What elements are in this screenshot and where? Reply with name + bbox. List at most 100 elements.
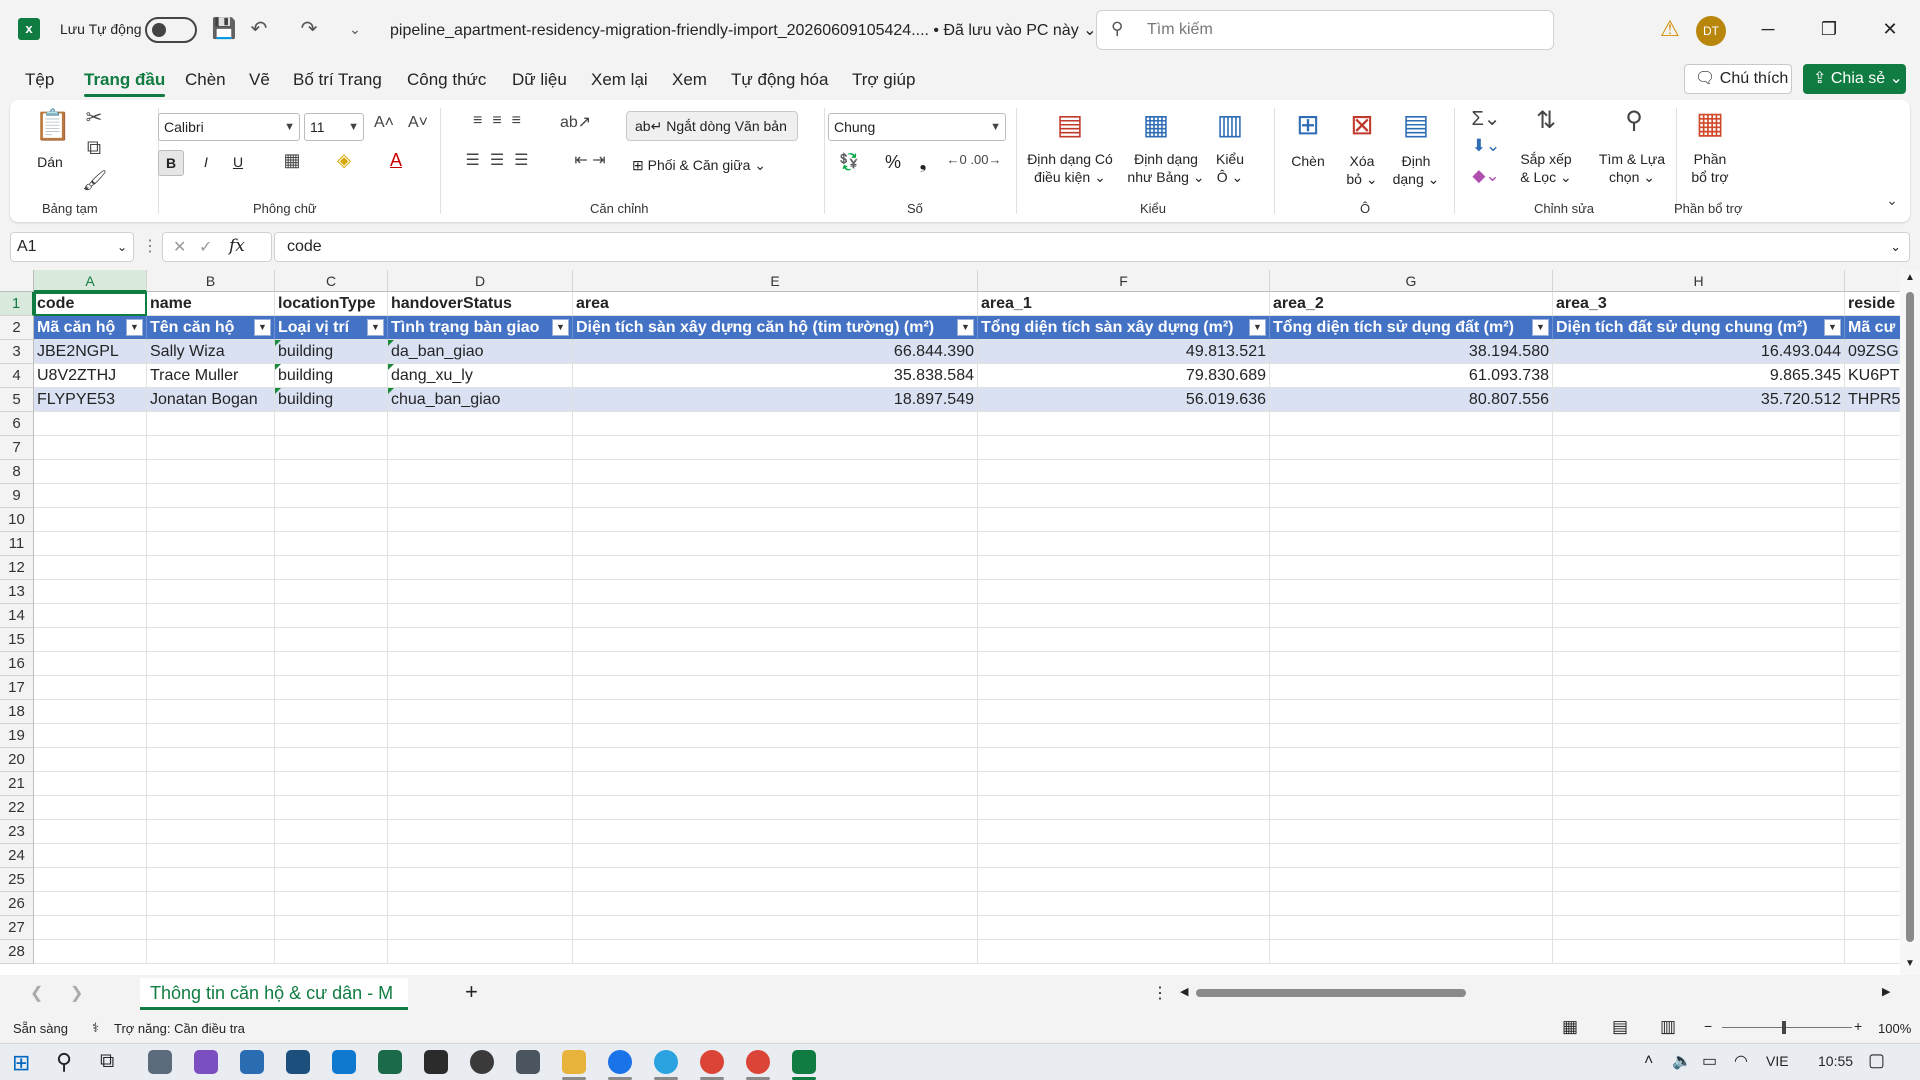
cell[interactable]: 35.720.512	[1553, 388, 1845, 412]
cell[interactable]	[978, 892, 1270, 916]
wrap-text-button[interactable]: ab↵ Ngắt dòng Văn bản	[626, 111, 798, 141]
cell[interactable]: 38.194.580	[1270, 340, 1553, 364]
row-header[interactable]: 10	[0, 508, 34, 532]
cell[interactable]	[573, 820, 978, 844]
spreadsheet-grid[interactable]: ABCDEFGH 1 2 3 4 5 6 7 8 9 10 11 12 13 14 15 16 17 18 19 20…	[0, 270, 1920, 975]
cell[interactable]	[1270, 772, 1553, 796]
cell[interactable]	[388, 940, 573, 964]
cell[interactable]: code	[34, 292, 147, 316]
column-header-c[interactable]: C	[275, 270, 388, 292]
format-as-table-button[interactable]: Định dạng như Bảng ⌄	[1126, 150, 1206, 186]
cell[interactable]	[1553, 700, 1845, 724]
paste-icon[interactable]: 📋	[34, 108, 71, 143]
cell[interactable]	[388, 412, 573, 436]
cell[interactable]	[34, 820, 147, 844]
row-header[interactable]: 22	[0, 796, 34, 820]
cell[interactable]	[34, 436, 147, 460]
cell[interactable]	[388, 868, 573, 892]
percent-style-button[interactable]: %	[882, 153, 904, 171]
task-view-icon[interactable]: ⧉	[100, 1050, 114, 1073]
terminal-app-icon[interactable]	[378, 1050, 402, 1074]
sql-app-icon[interactable]	[286, 1050, 310, 1074]
cell[interactable]	[388, 532, 573, 556]
close-button[interactable]: ✕	[1870, 14, 1910, 44]
cell[interactable]	[275, 820, 388, 844]
redo-icon[interactable]: ↷	[296, 16, 322, 42]
ide-app-icon[interactable]	[424, 1050, 448, 1074]
find-select-icon[interactable]: ⚲	[1614, 106, 1654, 135]
cell[interactable]	[388, 892, 573, 916]
cell[interactable]	[978, 556, 1270, 580]
italic-button[interactable]: I	[194, 153, 218, 171]
cell[interactable]	[388, 604, 573, 628]
name-box[interactable]: A1 ⌄	[10, 232, 134, 262]
save-icon[interactable]: 💾	[211, 16, 237, 42]
filter-dropdown-icon[interactable]: ▼	[1824, 319, 1841, 336]
insert-cells-icon[interactable]: ⊞	[1288, 108, 1328, 141]
share-button[interactable]: ⇪ Chia sẻ ⌄	[1803, 64, 1906, 94]
cell[interactable]: 9.865.345	[1553, 364, 1845, 388]
table-header-cell[interactable]: Tên căn hộ ▼	[147, 316, 275, 340]
cell[interactable]	[1270, 508, 1553, 532]
cell[interactable]	[275, 484, 388, 508]
cell[interactable]	[147, 892, 275, 916]
cell[interactable]: area	[573, 292, 978, 316]
cell[interactable]	[388, 916, 573, 940]
cell[interactable]: building	[275, 364, 388, 388]
decimal-adjust-icons[interactable]: ←0 .00→	[944, 152, 1004, 167]
row-header[interactable]: 27	[0, 916, 34, 940]
row-header[interactable]: 25	[0, 868, 34, 892]
cell[interactable]	[978, 412, 1270, 436]
cell[interactable]	[147, 748, 275, 772]
row-header[interactable]: 6	[0, 412, 34, 436]
cell[interactable]	[978, 940, 1270, 964]
cell[interactable]	[34, 700, 147, 724]
zoom-slider-thumb[interactable]	[1782, 1021, 1786, 1034]
cell[interactable]	[978, 868, 1270, 892]
tab-page-layout[interactable]: Bố trí Trang	[293, 70, 382, 90]
cell[interactable]	[34, 892, 147, 916]
cell[interactable]	[573, 604, 978, 628]
cell[interactable]	[34, 580, 147, 604]
cell[interactable]	[275, 508, 388, 532]
delete-cells-icon[interactable]: ⊠	[1342, 108, 1382, 141]
cell[interactable]	[978, 580, 1270, 604]
filter-dropdown-icon[interactable]: ▼	[957, 319, 974, 336]
cell[interactable]	[34, 796, 147, 820]
cell[interactable]	[34, 532, 147, 556]
cell[interactable]	[978, 604, 1270, 628]
cell[interactable]	[1553, 844, 1845, 868]
vertical-align-icons[interactable]: ≡≡≡	[454, 112, 550, 130]
collapse-ribbon-icon[interactable]: ⌄	[1882, 192, 1902, 209]
fill-icon[interactable]: ⬇⌄	[1466, 136, 1506, 156]
cell[interactable]	[573, 628, 978, 652]
cell[interactable]	[34, 916, 147, 940]
format-painter-icon[interactable]: 🖌	[82, 168, 107, 193]
cell[interactable]	[275, 628, 388, 652]
zoom-out-icon[interactable]: −	[1704, 1018, 1712, 1034]
cell[interactable]	[1553, 892, 1845, 916]
filter-dropdown-icon[interactable]: ▼	[254, 319, 271, 336]
conditional-formatting-button[interactable]: Định dạng Có điều kiện ⌄	[1020, 150, 1120, 186]
horizontal-align-icons[interactable]: ☰☰☰	[454, 150, 550, 170]
prev-sheet-icon[interactable]: ❮	[30, 983, 43, 1003]
cell[interactable]: Trace Muller	[147, 364, 275, 388]
cell[interactable]	[978, 796, 1270, 820]
cell[interactable]	[275, 868, 388, 892]
cell[interactable]	[1553, 724, 1845, 748]
filter-dropdown-icon[interactable]: ▼	[367, 319, 384, 336]
cell[interactable]	[978, 748, 1270, 772]
cell[interactable]	[573, 892, 978, 916]
excel-taskbar-icon[interactable]	[792, 1050, 816, 1074]
zoom-slider[interactable]	[1722, 1021, 1852, 1034]
cell[interactable]: locationType	[275, 292, 388, 316]
format-as-table-icon[interactable]: ▦	[1136, 108, 1176, 141]
bold-button[interactable]: B	[158, 150, 184, 176]
cell[interactable]	[573, 844, 978, 868]
cell[interactable]	[388, 796, 573, 820]
row-header[interactable]: 21	[0, 772, 34, 796]
cell[interactable]	[1270, 748, 1553, 772]
cell[interactable]: 79.830.689	[978, 364, 1270, 388]
page-layout-icon[interactable]: ▤	[1612, 1017, 1628, 1037]
cell[interactable]	[978, 436, 1270, 460]
